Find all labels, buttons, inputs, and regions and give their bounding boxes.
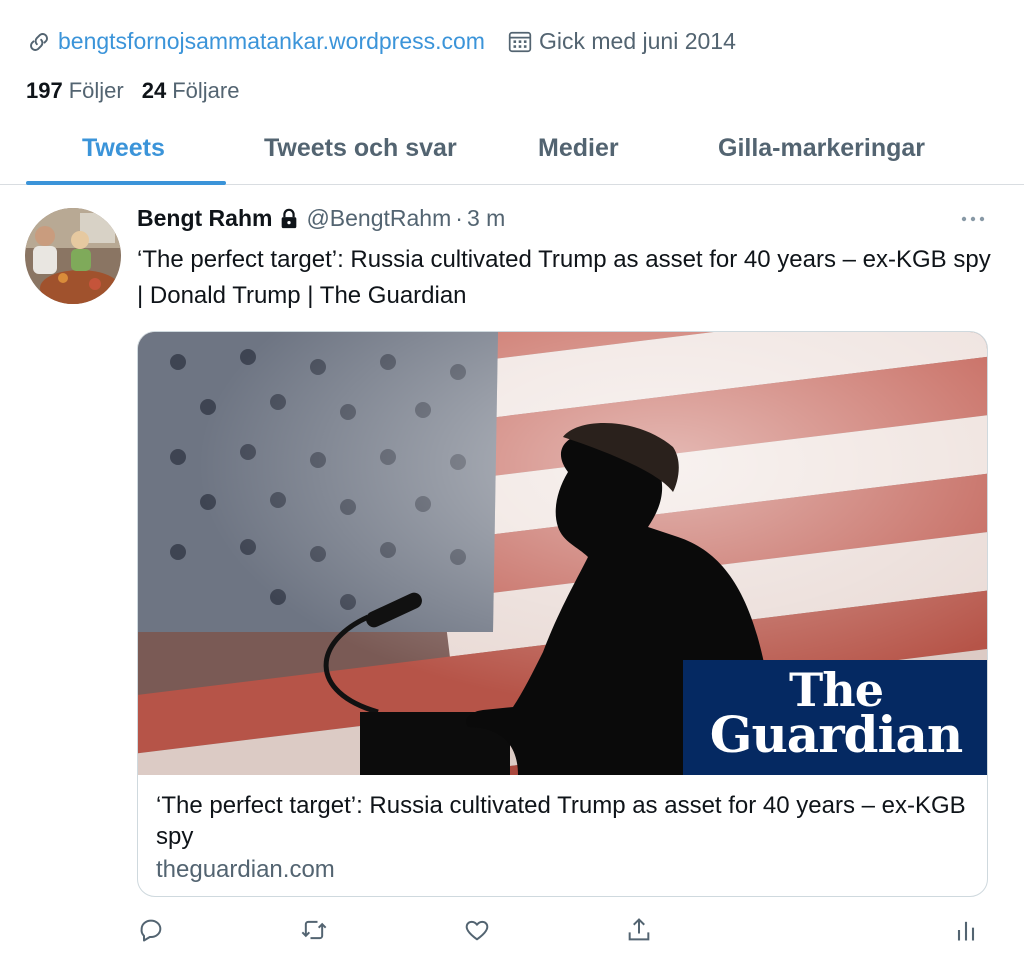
following-link[interactable]: 197 Följer <box>26 78 124 104</box>
followers-count: 24 <box>141 78 167 103</box>
card-info: ‘The perfect target’: Russia cultivated … <box>156 790 976 885</box>
retweet-icon[interactable] <box>300 916 328 944</box>
guardian-logo-guardian: Guardian <box>709 705 964 764</box>
link-icon <box>30 32 48 51</box>
tweet-time[interactable]: 3 m <box>467 205 505 232</box>
like-icon[interactable] <box>463 916 491 944</box>
tab-media[interactable]: Medier <box>538 134 619 163</box>
follow-stats: 197 Följer 24 Följare <box>26 78 257 104</box>
tweet-actions <box>0 916 1024 946</box>
profile-tabs: Tweets Tweets och svar Medier Gilla-mark… <box>0 118 1024 185</box>
author-name[interactable]: Bengt Rahm <box>137 205 272 232</box>
lock-icon <box>282 208 297 228</box>
reply-icon[interactable] <box>137 916 165 944</box>
profile-website-link[interactable]: bengtsfornojsammatankar.wordpress.com <box>26 28 485 55</box>
profile-website-text[interactable]: bengtsfornojsammatankar.wordpress.com <box>58 28 485 55</box>
share-icon[interactable] <box>625 916 653 944</box>
card-domain: theguardian.com <box>156 856 335 883</box>
header-separator: · <box>455 205 463 231</box>
profile-joined-text: Gick med juni 2014 <box>538 28 736 54</box>
tweet-text: ‘The perfect target’: Russia cultivated … <box>137 246 991 309</box>
avatar-photo <box>25 208 121 304</box>
guardian-logo: The Guardian <box>683 660 987 775</box>
avatar[interactable] <box>25 208 121 304</box>
followers-link[interactable]: 24 Följare <box>142 78 240 104</box>
tab-tweets-and-replies[interactable]: Tweets och svar <box>264 134 457 163</box>
link-card[interactable]: The Guardian ‘The perfect target’: Russi… <box>137 331 988 897</box>
more-icon[interactable] <box>960 214 986 224</box>
tweet-header: Bengt Rahm @BengtRahm · 3 m <box>137 205 505 232</box>
active-tab-indicator <box>26 181 226 185</box>
followers-label: Följare <box>172 78 240 103</box>
tab-tweets[interactable]: Tweets <box>82 134 165 163</box>
card-image: The Guardian <box>138 332 987 775</box>
profile-meta: bengtsfornojsammatankar.wordpress.com Gi… <box>26 28 736 55</box>
analytics-icon[interactable] <box>952 916 980 944</box>
author-handle[interactable]: @BengtRahm <box>306 205 451 232</box>
card-title: ‘The perfect target’: Russia cultivated … <box>156 792 966 850</box>
profile-joined: Gick med juni 2014 <box>507 28 736 55</box>
following-count: 197 <box>26 78 63 103</box>
tab-likes[interactable]: Gilla-markeringar <box>718 134 925 163</box>
following-label: Följer <box>68 78 124 103</box>
tweet[interactable]: Bengt Rahm @BengtRahm · 3 m ‘The perfect… <box>0 186 1024 959</box>
calendar-icon <box>508 31 532 52</box>
